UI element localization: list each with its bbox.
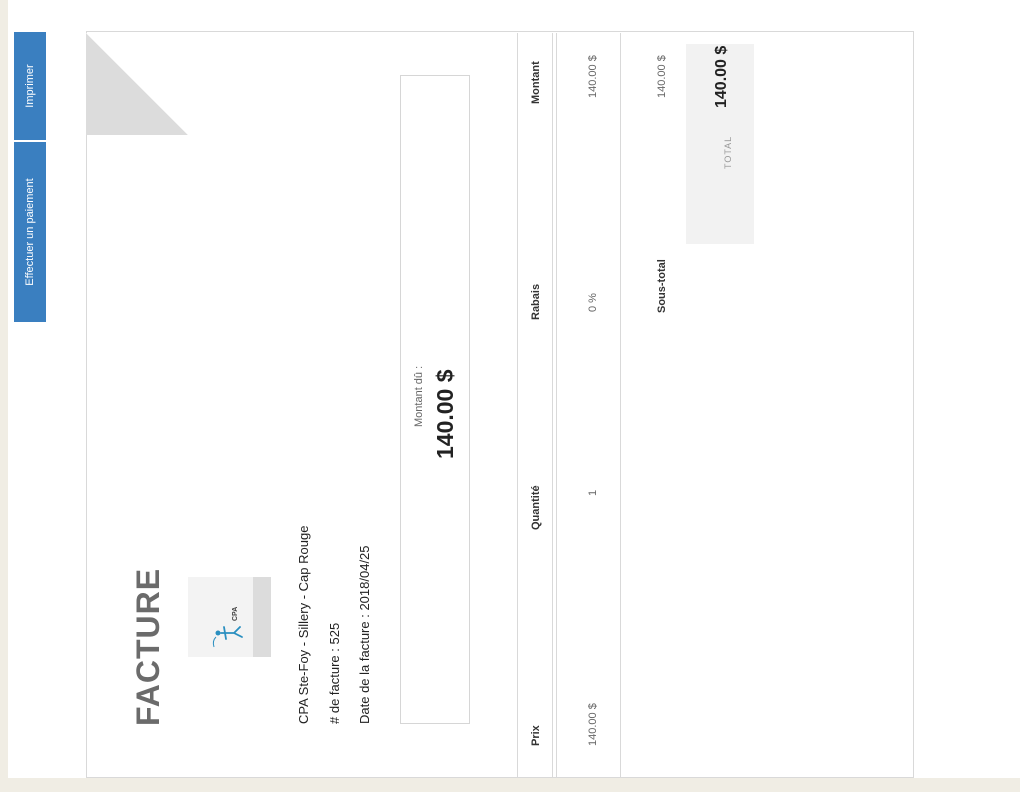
logo-shadow — [253, 577, 271, 657]
column-header-amount: Montant — [530, 61, 542, 104]
column-header-quantity: Quantité — [530, 485, 542, 530]
page-fold-cut — [86, 33, 188, 135]
subtotal-value: 140.00 $ — [656, 55, 668, 98]
invoice-date: Date de la facture : 2018/04/25 — [357, 545, 372, 724]
page-title: FACTURE — [130, 567, 166, 726]
amount-due-value: 140.00 $ — [432, 369, 458, 459]
row-amount: 140.00 $ — [587, 55, 599, 98]
logo-text: CPA — [232, 606, 239, 621]
table-header-border-2 — [556, 33, 557, 778]
row-price: 140.00 $ — [587, 703, 599, 746]
table-row-border — [620, 33, 621, 778]
amount-due-label: Montant dû : — [413, 365, 425, 427]
print-button[interactable]: Imprimer — [14, 32, 46, 140]
subtotal-label: Sous-total — [656, 259, 668, 313]
invoice-paper — [86, 31, 914, 778]
table-top-border — [517, 33, 518, 778]
column-header-price: Prix — [530, 725, 542, 746]
skater-icon — [212, 626, 243, 648]
row-quantity: 1 — [587, 489, 599, 496]
invoice-number: # de facture : 525 — [327, 622, 342, 724]
total-value: 140.00 $ — [713, 45, 730, 108]
make-payment-button[interactable]: Effectuer un paiement — [14, 142, 46, 322]
table-header-border — [552, 33, 553, 778]
row-discount: 0 % — [587, 293, 599, 312]
rotated-invoice-view: Effectuer un paiement Imprimer FACTURE C… — [0, 0, 1020, 792]
total-label: TOTAL — [723, 135, 733, 169]
organization-name: CPA Ste-Foy - Sillery - Cap Rouge — [296, 525, 311, 724]
column-header-discount: Rabais — [530, 283, 542, 320]
